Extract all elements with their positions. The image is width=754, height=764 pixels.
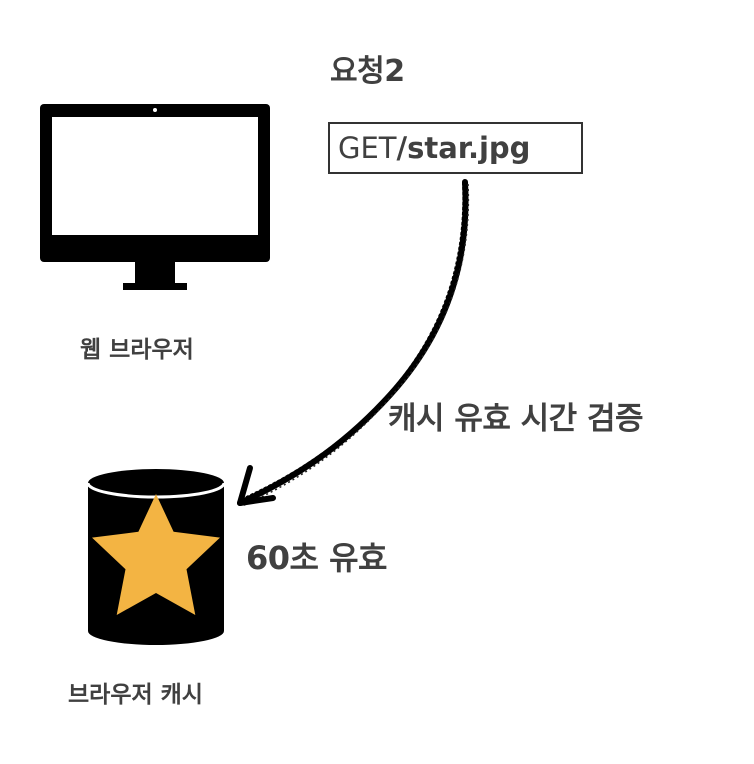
cache-ttl-label: 60초 유효 xyxy=(246,539,388,577)
http-request-box: GET /star.jpg xyxy=(328,122,583,174)
cache-validation-label: 캐시 유효 시간 검증 xyxy=(388,401,644,437)
request-title: 요청2 xyxy=(330,54,405,89)
browser-cache-label: 브라우저 캐시 xyxy=(68,682,203,708)
database-star-icon xyxy=(86,469,226,645)
monitor-icon xyxy=(40,104,270,290)
curved-arrow xyxy=(237,179,470,507)
request-path: /star.jpg xyxy=(396,131,531,165)
diagram-canvas xyxy=(40,104,470,645)
http-method: GET xyxy=(338,131,397,165)
web-browser-label: 웹 브라우저 xyxy=(80,337,194,363)
